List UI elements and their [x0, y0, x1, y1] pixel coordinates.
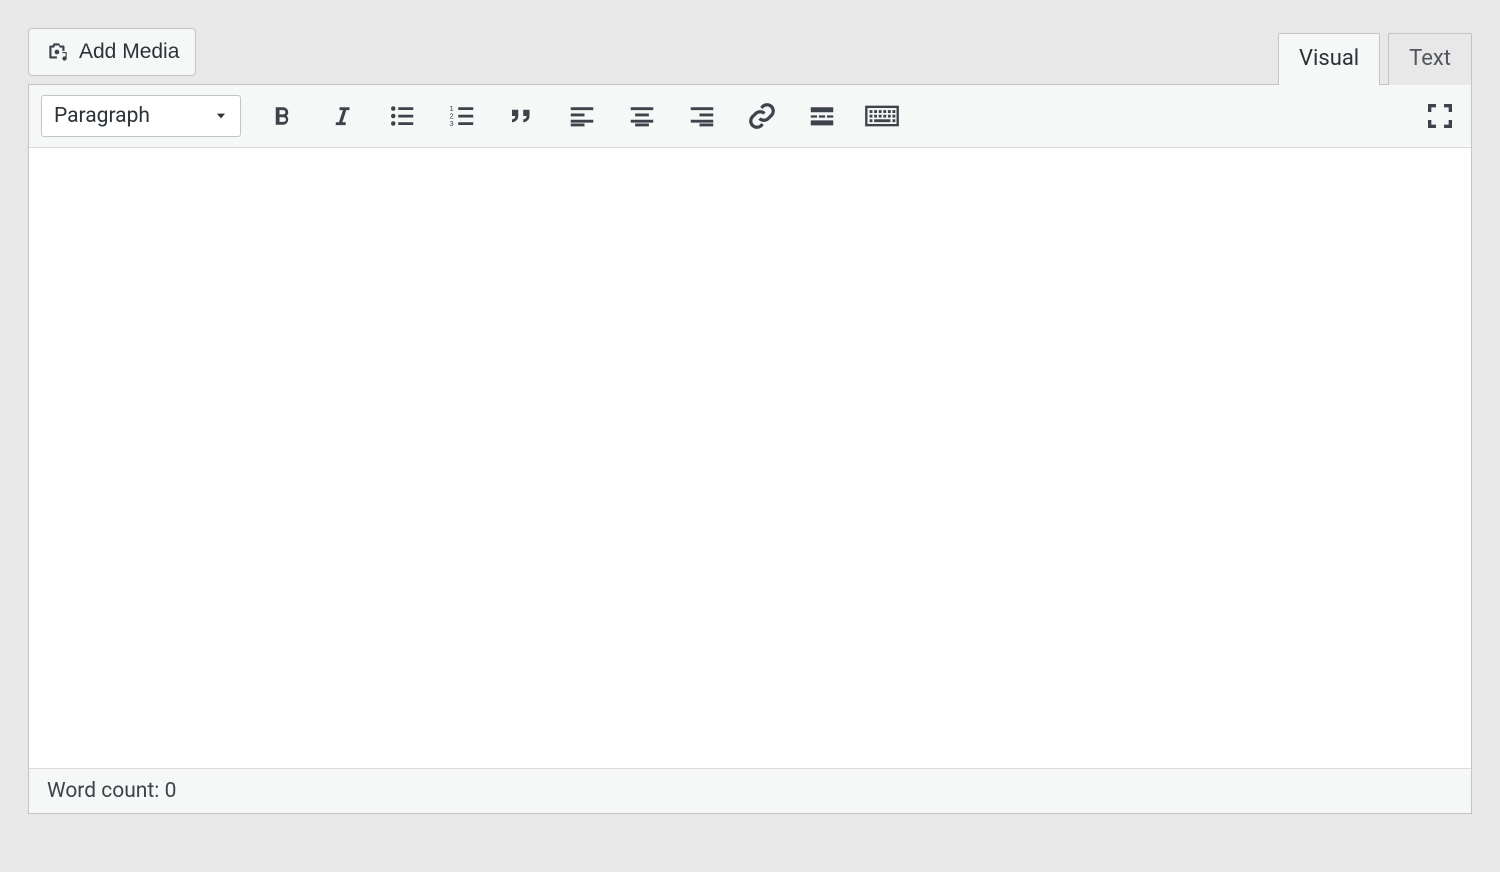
- insert-more-button[interactable]: [803, 97, 841, 135]
- align-left-button[interactable]: [563, 97, 601, 135]
- align-right-icon: [687, 101, 717, 131]
- format-select[interactable]: Paragraph: [41, 95, 241, 137]
- align-right-button[interactable]: [683, 97, 721, 135]
- bold-icon: [267, 101, 297, 131]
- word-count-label: Word count:: [47, 779, 165, 803]
- editor-statusbar: Word count: 0: [29, 768, 1471, 813]
- tab-text[interactable]: Text: [1388, 33, 1472, 85]
- toolbar-toggle-button[interactable]: [863, 97, 901, 135]
- insert-link-button[interactable]: [743, 97, 781, 135]
- blockquote-button[interactable]: [503, 97, 541, 135]
- format-select-value: Paragraph: [54, 104, 150, 128]
- align-center-button[interactable]: [623, 97, 661, 135]
- italic-icon: [327, 101, 357, 131]
- bullet-list-button[interactable]: [383, 97, 421, 135]
- add-media-label: Add Media: [79, 40, 179, 64]
- tab-text-label: Text: [1409, 46, 1451, 71]
- tab-visual[interactable]: Visual: [1278, 33, 1380, 85]
- editor-container: Add Media Visual Text Paragraph: [28, 28, 1472, 814]
- add-media-button[interactable]: Add Media: [28, 28, 196, 76]
- editor-topbar: Add Media Visual Text: [28, 28, 1472, 84]
- tab-visual-label: Visual: [1299, 46, 1359, 71]
- fullscreen-button[interactable]: [1421, 97, 1459, 135]
- chevron-down-icon: [214, 109, 228, 123]
- camera-music-icon: [45, 39, 71, 65]
- quote-icon: [507, 101, 537, 131]
- fullscreen-icon: [1424, 100, 1456, 132]
- word-count-value: 0: [165, 779, 177, 803]
- svg-text:3: 3: [450, 119, 454, 128]
- align-center-icon: [627, 101, 657, 131]
- list-ol-icon: 1 2 3: [447, 101, 477, 131]
- editor-content-area[interactable]: [29, 148, 1471, 768]
- number-list-button[interactable]: 1 2 3: [443, 97, 481, 135]
- list-ul-icon: [387, 101, 417, 131]
- keyboard-icon: [865, 101, 899, 131]
- italic-button[interactable]: [323, 97, 361, 135]
- align-left-icon: [567, 101, 597, 131]
- link-icon: [747, 101, 777, 131]
- editor-tabs: Visual Text: [1278, 32, 1472, 84]
- editor-toolbar: Paragraph: [29, 85, 1471, 148]
- editor-box: Paragraph: [28, 84, 1472, 814]
- read-more-icon: [807, 101, 837, 131]
- bold-button[interactable]: [263, 97, 301, 135]
